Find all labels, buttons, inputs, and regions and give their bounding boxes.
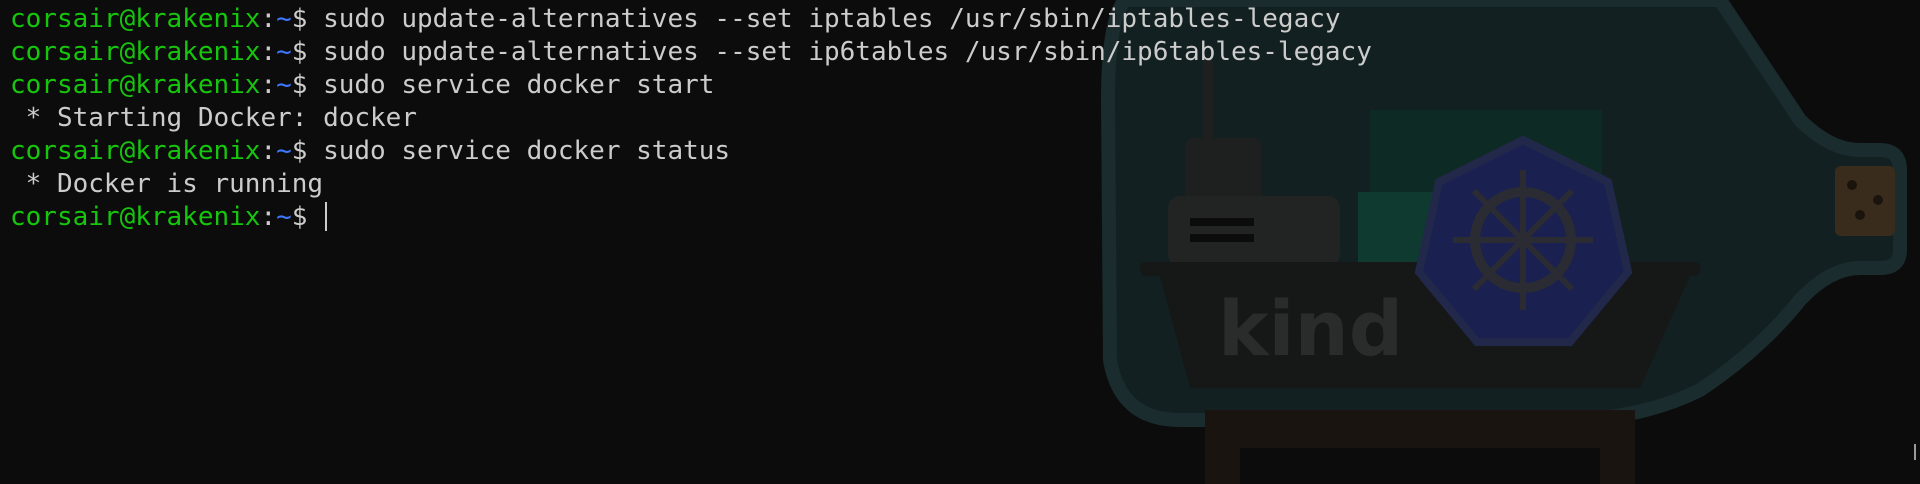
prompt-user: corsair@krakenix <box>10 202 261 232</box>
command-text: sudo update-alternatives --set ip6tables… <box>323 37 1372 67</box>
kind-logo-text: kind <box>1218 284 1403 373</box>
terminal-output[interactable]: corsair@krakenix:~$ sudo update-alternat… <box>10 3 1372 234</box>
prompt-symbol: $ <box>291 202 324 232</box>
prompt-symbol: $ <box>291 37 324 67</box>
prompt-separator: : <box>260 202 277 232</box>
output-line: * Starting Docker: docker <box>10 102 1372 135</box>
terminal-window[interactable]: kind corsair@krakenix:~$ sudo update-alt… <box>0 0 1920 484</box>
command-text: sudo service docker start <box>323 70 715 100</box>
prompt-line: corsair@krakenix:~$ sudo service docker … <box>10 135 1372 168</box>
prompt-line: corsair@krakenix:~$ sudo update-alternat… <box>10 3 1372 36</box>
prompt-line: corsair@krakenix:~$ <box>10 201 1372 234</box>
prompt-separator: : <box>260 4 277 34</box>
prompt-line: corsair@krakenix:~$ sudo update-alternat… <box>10 36 1372 69</box>
command-text: sudo update-alternatives --set iptables … <box>323 4 1341 34</box>
prompt-separator: : <box>260 70 277 100</box>
prompt-separator: : <box>260 37 277 67</box>
scrollbar-thumb[interactable] <box>1914 444 1916 460</box>
prompt-symbol: $ <box>291 70 324 100</box>
prompt-path: ~ <box>276 70 292 100</box>
command-text: sudo service docker status <box>323 136 731 166</box>
prompt-path: ~ <box>276 202 292 232</box>
bottle-cork <box>1835 166 1895 236</box>
prompt-user: corsair@krakenix <box>10 70 261 100</box>
prompt-user: corsair@krakenix <box>10 37 261 67</box>
output-text: * Starting Docker: docker <box>10 103 417 133</box>
prompt-user: corsair@krakenix <box>10 4 261 34</box>
prompt-separator: : <box>260 136 277 166</box>
prompt-symbol: $ <box>291 136 324 166</box>
prompt-symbol: $ <box>291 4 324 34</box>
prompt-path: ~ <box>276 136 292 166</box>
prompt-path: ~ <box>276 37 292 67</box>
prompt-path: ~ <box>276 4 292 34</box>
output-line: * Docker is running <box>10 168 1372 201</box>
text-cursor <box>325 202 328 231</box>
output-text: * Docker is running <box>10 169 324 199</box>
prompt-line: corsair@krakenix:~$ sudo service docker … <box>10 69 1372 102</box>
prompt-user: corsair@krakenix <box>10 136 261 166</box>
